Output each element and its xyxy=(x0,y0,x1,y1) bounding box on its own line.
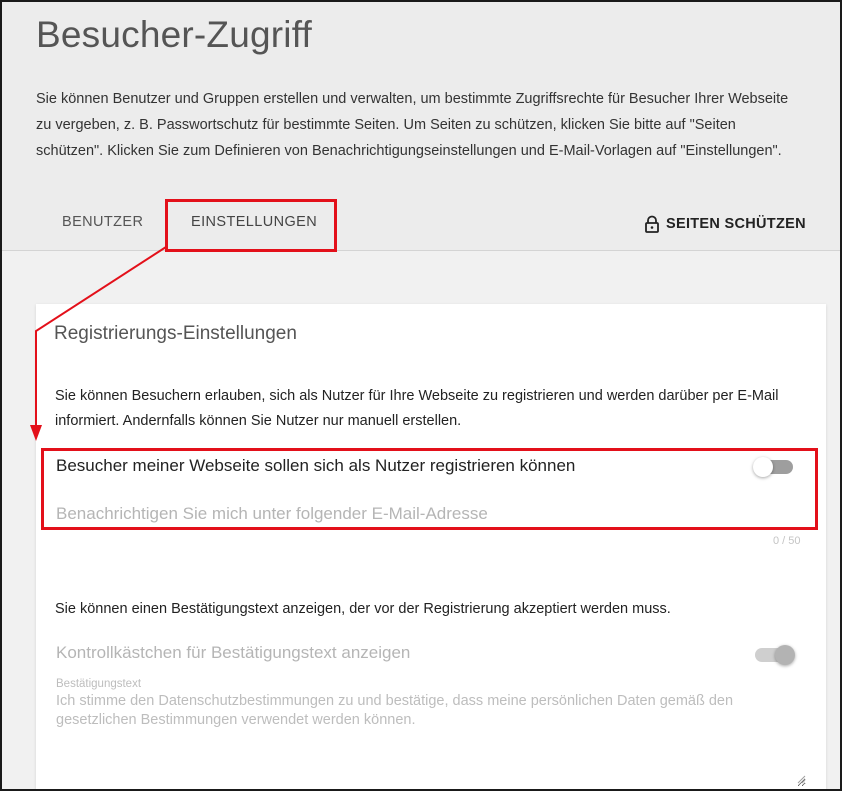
settings-tab-highlight xyxy=(165,199,337,252)
notification-email-input[interactable] xyxy=(56,504,776,524)
show-confirmation-checkbox-label: Kontrollkästchen für Bestätigungstext an… xyxy=(56,643,411,662)
confirmation-description: Sie können einen Bestätigungstext anzeig… xyxy=(55,601,671,617)
registration-description: Sie können Besuchern erlauben, sich als … xyxy=(55,388,779,429)
confirmation-textarea[interactable]: Ich stimme den Datenschutzbestimmungen z… xyxy=(56,692,806,787)
show-confirmation-toggle[interactable] xyxy=(755,645,795,665)
app-window: Besucher-Zugriff Sie können Benutzer und… xyxy=(0,0,842,791)
tab-users[interactable]: Benutzer xyxy=(62,214,143,230)
page-header: Besucher-Zugriff Sie können Benutzer und… xyxy=(2,2,840,252)
registration-settings-card: Registrierungs-Einstellungen Sie können … xyxy=(36,304,826,789)
confirmation-text-label: Bestätigungstext xyxy=(56,678,142,690)
lock-icon xyxy=(644,215,660,233)
allow-registration-label: Besucher meiner Webseite sollen sich als… xyxy=(56,456,576,475)
allow-registration-toggle[interactable] xyxy=(753,457,793,477)
protect-pages-button[interactable]: Seiten schützen xyxy=(644,215,806,233)
section-title: Registrierungs-Einstellungen xyxy=(54,323,297,344)
toggle-knob xyxy=(775,645,795,665)
resize-handle-icon[interactable] xyxy=(796,774,806,784)
intro-text: Sie können Benutzer und Gruppen erstelle… xyxy=(36,91,789,159)
char-counter: 0 / 50 xyxy=(773,535,801,547)
toggle-knob xyxy=(753,457,773,477)
protect-pages-label: Seiten schützen xyxy=(666,216,806,232)
page-title: Besucher-Zugriff xyxy=(36,14,313,55)
